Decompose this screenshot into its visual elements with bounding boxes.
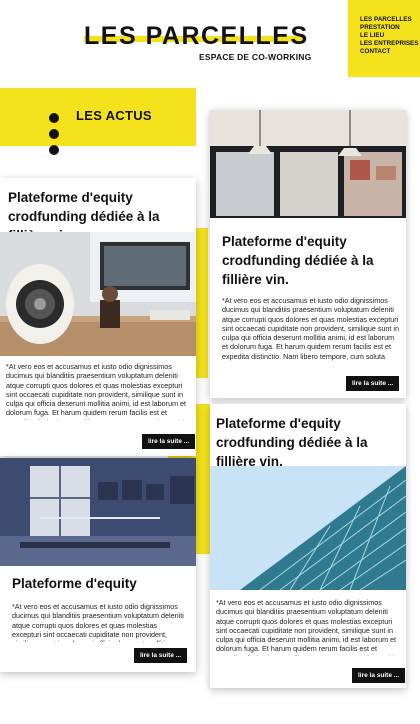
accent-block xyxy=(194,228,208,378)
card-image-building xyxy=(210,466,406,590)
dots-decoration xyxy=(49,113,59,161)
site-subtitle: ESPACE DE CO-WORKING xyxy=(199,52,312,62)
read-more-button[interactable]: lire la suite ... xyxy=(134,648,188,663)
card-image-speaker xyxy=(0,232,196,356)
main-nav: LES PARCELLES PRESTATION LE LIEU LES ENT… xyxy=(348,0,420,77)
read-more-button[interactable]: lire la suite ... xyxy=(352,668,406,683)
nav-item-le-lieu[interactable]: LE LIEU xyxy=(360,32,420,40)
card-excerpt: *At vero eos et accusamus et iusto odio … xyxy=(216,598,398,656)
read-more-button[interactable]: lire la suite ... xyxy=(346,376,400,391)
nav-item-les-parcelles[interactable]: LES PARCELLES xyxy=(360,16,420,24)
section-title: LES ACTUS xyxy=(76,108,152,123)
card-excerpt: *At vero eos et accusamus et iusto odio … xyxy=(12,602,184,642)
card-image-window xyxy=(210,110,406,218)
news-card-3: Plateforme d'equity *At vero eos et accu… xyxy=(0,458,196,672)
card-excerpt: *At vero eos et accusamus et iusto odio … xyxy=(6,362,188,420)
card-title: Plateforme d'equity crodfunding dédiée à… xyxy=(222,234,374,287)
read-more-button[interactable]: lire la suite ... xyxy=(142,434,196,449)
news-card-4: Plateforme d'equity crodfunding dédiée à… xyxy=(210,404,406,688)
nav-item-prestation[interactable]: PRESTATION xyxy=(360,24,420,32)
card-excerpt: *At vero eos et accusamus et iusto odio … xyxy=(222,296,399,362)
site-logo[interactable]: LES PARCELLES xyxy=(84,22,309,51)
nav-item-contact[interactable]: CONTACT xyxy=(360,48,420,56)
card-title: Plateforme d'equity crodfunding dédiée à… xyxy=(216,416,368,469)
nav-item-les-entreprises[interactable]: LES ENTREPRISES xyxy=(360,40,420,48)
news-card-1: Plateforme d'equity crodfunding dédiée à… xyxy=(0,178,196,456)
card-image-office xyxy=(0,458,196,566)
card-title: Plateforme d'equity xyxy=(12,576,137,591)
news-card-2: Plateforme d'equity crodfunding dédiée à… xyxy=(210,110,406,398)
